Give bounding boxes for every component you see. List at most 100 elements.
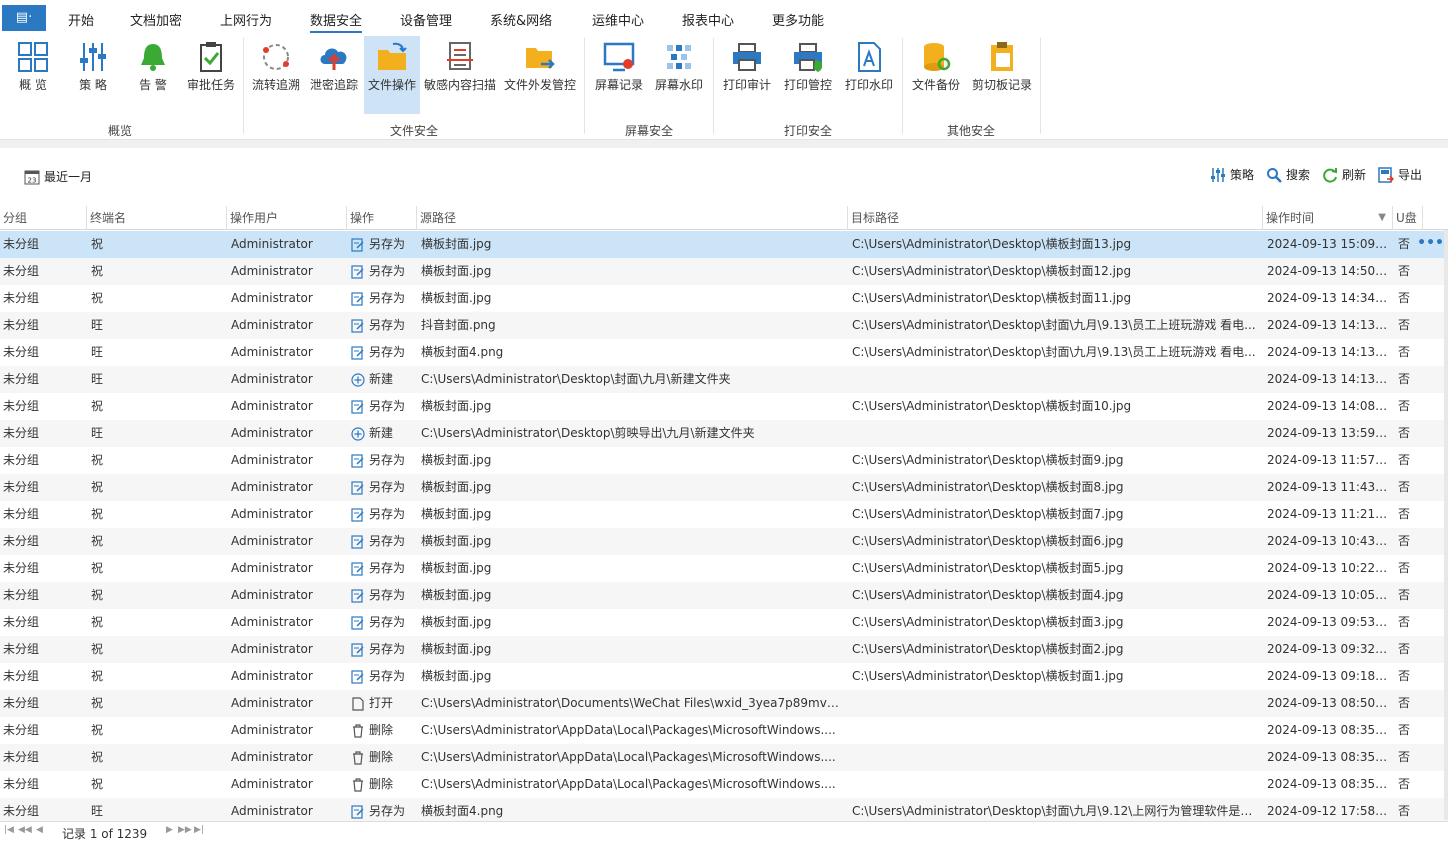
column-header-target-path[interactable]: 目标路径 xyxy=(848,206,1263,230)
menu-web-behavior[interactable]: 上网行为 xyxy=(220,10,272,29)
file-operation-button[interactable]: 文件操作 xyxy=(364,36,420,114)
time-cell: 2024-09-13 08:50:37 xyxy=(1267,696,1391,710)
policy-button[interactable]: 策 略 xyxy=(66,36,120,114)
group-cell: 未分组 xyxy=(3,507,40,521)
table-row[interactable]: 未分组 旺 Administrator 另存为 横板封面4.png C:\Users\Ad… xyxy=(0,798,1448,821)
table-row[interactable]: 未分组 祝 Administrator 另存为 横板封面.jpg C:\Users\Adm… xyxy=(0,582,1448,609)
table-row[interactable]: 未分组 祝 Administrator 另存为 横板封面.jpg C:\Users\Adm… xyxy=(0,555,1448,582)
user-cell: Administrator xyxy=(231,237,313,251)
user-cell: Administrator xyxy=(231,264,313,278)
approval-task-button[interactable]: 审批任务 xyxy=(184,36,238,114)
column-header-operation[interactable]: 操作 xyxy=(347,206,417,230)
print-watermark-label: 打印水印 xyxy=(844,78,893,92)
table-row[interactable]: 未分组 祝 Administrator 另存为 横板封面.jpg C:\Users\Adm… xyxy=(0,501,1448,528)
file-operation-label: 文件操作 xyxy=(367,78,416,92)
save-as-icon xyxy=(351,669,365,684)
column-header-group[interactable]: 分组 xyxy=(0,206,87,230)
next-page-fast-icon[interactable]: ▶▶ xyxy=(178,825,192,835)
vertical-scrollbar[interactable] xyxy=(1444,230,1448,820)
sensitive-scan-button[interactable]: 敏感内容扫描 xyxy=(422,36,498,114)
table-row[interactable]: 未分组 祝 Administrator 另存为 横板封面.jpg C:\Users\Adm… xyxy=(0,528,1448,555)
file-backup-button[interactable]: 文件备份 xyxy=(906,36,966,114)
print-audit-button[interactable]: 打印审计 xyxy=(718,36,776,114)
time-cell: 2024-09-13 15:09:54 xyxy=(1267,237,1391,251)
trace-button[interactable]: 流转追溯 xyxy=(248,36,304,114)
menu-ops-center[interactable]: 运维中心 xyxy=(592,10,644,29)
refresh-button[interactable]: 刷新 xyxy=(1322,166,1366,183)
table-row[interactable]: 未分组 祝 Administrator 另存为 横板封面.jpg C:\Users\Adm… xyxy=(0,609,1448,636)
target-path-cell: C:\Users\Administrator\Desktop\封面\九月\9.1… xyxy=(852,804,1258,818)
target-path-cell: C:\Users\Administrator\Desktop\横板封面8.jpg xyxy=(852,480,1124,494)
menu-device-management[interactable]: 设备管理 xyxy=(400,10,452,29)
app-menu-button[interactable]: ▤· xyxy=(2,5,46,31)
time-cell: 2024-09-13 14:08:34 xyxy=(1267,399,1391,413)
prev-page-fast-icon[interactable]: ◀◀ xyxy=(18,825,32,835)
operation-label: 另存为 xyxy=(369,804,406,818)
operation-label: 另存为 xyxy=(369,237,406,251)
clipboard-record-button[interactable]: 剪切板记录 xyxy=(968,36,1036,114)
date-range-selector[interactable]: 23 最近一月 xyxy=(24,168,92,185)
target-path-cell: C:\Users\Administrator\Desktop\横板封面12.jp… xyxy=(852,264,1132,278)
table-row[interactable]: 未分组 祝 Administrator 打开 C:\Users\Administrato… xyxy=(0,690,1448,717)
menu-start[interactable]: 开始 xyxy=(68,10,94,29)
group-cell: 未分组 xyxy=(3,804,40,818)
screen-watermark-button[interactable]: 屏幕水印 xyxy=(650,36,708,114)
table-row[interactable]: 未分组 祝 Administrator 另存为 横板封面.jpg C:\Users\Adm… xyxy=(0,393,1448,420)
table-row[interactable]: 未分组 祝 Administrator 删除 C:\Users\Administrato… xyxy=(0,717,1448,744)
operation-label: 另存为 xyxy=(369,453,406,467)
policy-icon xyxy=(80,43,106,71)
menu-system-network[interactable]: 系统&网络 xyxy=(490,10,552,29)
more-options-icon[interactable]: ••• xyxy=(1417,231,1444,258)
operation-label: 另存为 xyxy=(369,264,406,278)
table-row[interactable]: 未分组 旺 Administrator 新建 C:\Users\Administrato… xyxy=(0,420,1448,447)
table-row[interactable]: 未分组 旺 Administrator 另存为 抖音封面.png C:\Users\Adm… xyxy=(0,312,1448,339)
last-page-icon[interactable]: ▶| xyxy=(194,825,204,835)
source-path-cell: 横板封面.jpg xyxy=(421,615,492,629)
print-watermark-button[interactable]: 打印水印 xyxy=(840,36,898,114)
next-page-icon[interactable]: ▶ xyxy=(166,825,173,835)
screen-record-button[interactable]: 屏幕记录 xyxy=(590,36,648,114)
first-page-icon[interactable]: |◀ xyxy=(4,825,14,835)
screen-record-icon xyxy=(603,42,635,72)
menu-doc-encrypt[interactable]: 文档加密 xyxy=(130,10,182,29)
menu-report-center[interactable]: 报表中心 xyxy=(682,10,734,29)
table-row[interactable]: 未分组 旺 Administrator 新建 C:\Users\Administrato… xyxy=(0,366,1448,393)
column-header-usb[interactable]: U盘 xyxy=(1393,206,1423,230)
operation-cell: 新建 xyxy=(351,366,415,393)
menu-data-security[interactable]: 数据安全 xyxy=(310,10,363,33)
table-row[interactable]: 未分组 祝 Administrator 另存为 横板封面.jpg C:\Users\Adm… xyxy=(0,636,1448,663)
terminal-cell: 祝 xyxy=(91,561,104,575)
column-header-terminal[interactable]: 终端名 xyxy=(87,206,227,230)
operation-cell: 删除 xyxy=(351,771,415,798)
terminal-cell: 旺 xyxy=(91,345,104,359)
table-row[interactable]: 未分组 祝 Administrator 另存为 横板封面.jpg C:\Users\Adm… xyxy=(0,447,1448,474)
overview-button[interactable]: 概 览 xyxy=(6,36,60,114)
column-header-user[interactable]: 操作用户 xyxy=(227,206,347,230)
table-row[interactable]: 未分组 祝 Administrator 删除 C:\Users\Administrato… xyxy=(0,744,1448,771)
leak-track-button[interactable]: 泄密追踪 xyxy=(306,36,362,114)
save-as-icon xyxy=(351,345,365,360)
print-control-button[interactable]: 打印管控 xyxy=(778,36,838,114)
user-cell: Administrator xyxy=(231,399,313,413)
alarm-button[interactable]: 告 警 xyxy=(126,36,180,114)
menu-more-functions[interactable]: 更多功能 xyxy=(772,10,824,29)
column-header-time[interactable]: 操作时间 ▼ xyxy=(1263,206,1393,230)
table-row[interactable]: 未分组 祝 Administrator 另存为 横板封面.jpg C:\Users\Adm… xyxy=(0,285,1448,312)
target-path-cell: C:\Users\Administrator\Desktop\横板封面10.jp… xyxy=(852,399,1132,413)
table-row[interactable]: 未分组 祝 Administrator 另存为 横板封面.jpg C:\Users\Adm… xyxy=(0,663,1448,690)
policy-toolbar-button[interactable]: 策略 xyxy=(1210,166,1254,183)
export-button[interactable]: 导出 xyxy=(1378,166,1422,183)
search-button[interactable]: 搜索 xyxy=(1266,166,1310,183)
table-row[interactable]: 未分组 祝 Administrator 删除 C:\Users\Administrato… xyxy=(0,771,1448,798)
file-outgoing-control-button[interactable]: 文件外发管控 xyxy=(502,36,578,114)
table-row[interactable]: 未分组 祝 Administrator 另存为 横板封面.jpg C:\Users\Adm… xyxy=(0,258,1448,285)
source-path-cell: 横板封面.jpg xyxy=(421,480,492,494)
table-row[interactable]: 未分组 旺 Administrator 另存为 横板封面4.png C:\Users\Ad… xyxy=(0,339,1448,366)
source-path-cell: 横板封面4.png xyxy=(421,345,504,359)
column-header-source-path[interactable]: 源路径 xyxy=(417,206,848,230)
table-row[interactable]: 未分组 祝 Administrator 另存为 横板封面.jpg C:\Users\Adm… xyxy=(0,474,1448,501)
prev-page-icon[interactable]: ◀ xyxy=(36,825,43,835)
group-cell: 未分组 xyxy=(3,669,40,683)
group-cell: 未分组 xyxy=(3,696,40,710)
table-row[interactable]: 未分组 祝 Administrator 另存为 横板封面.jpg C:\Users\Adm… xyxy=(0,231,1448,258)
